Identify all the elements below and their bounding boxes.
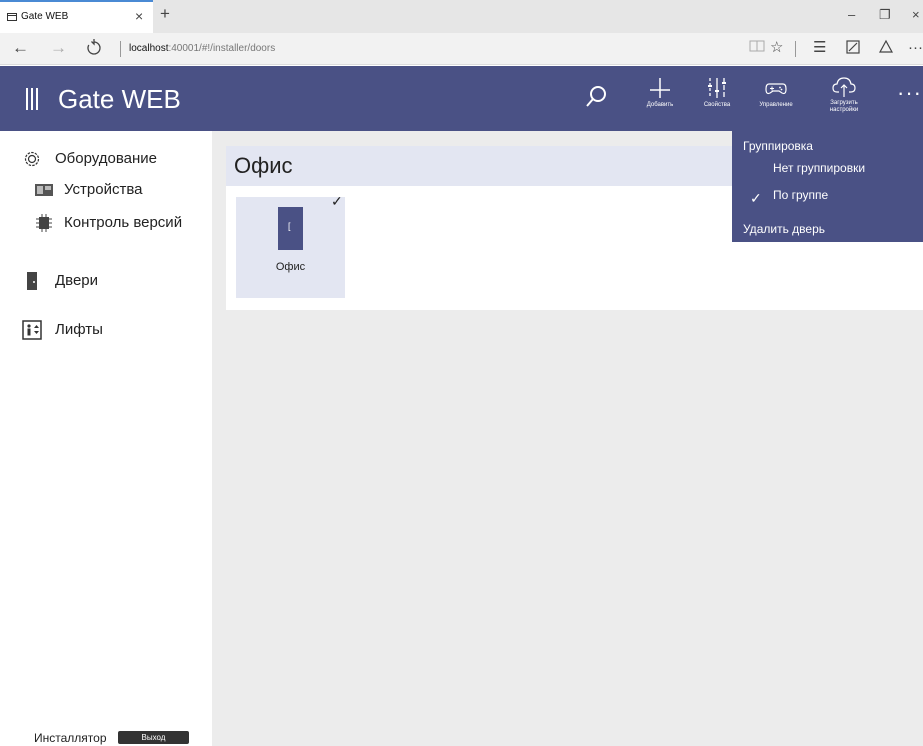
- sidebar-footer: Инсталлятор Выход: [0, 728, 212, 746]
- control-button[interactable]: Управление: [749, 76, 803, 122]
- url-field[interactable]: localhost:40001/#!/installer/doors: [129, 43, 275, 54]
- minimize-icon[interactable]: –: [848, 8, 855, 22]
- refresh-icon[interactable]: [86, 38, 102, 61]
- sidebar-item-label: Двери: [55, 272, 99, 289]
- app-header: Gate WEB Добавить Свойства Управление За…: [0, 66, 923, 131]
- sidebar-item-doors[interactable]: Двери: [0, 268, 212, 294]
- sidebar-item-label: Устройства: [64, 181, 143, 198]
- menu-item-no-grouping[interactable]: Нет группировки: [773, 161, 865, 175]
- hamburger-menu-icon[interactable]: [26, 88, 40, 110]
- checkmark-icon: ✓: [331, 193, 343, 209]
- forward-arrow-icon[interactable]: →: [50, 38, 67, 58]
- back-arrow-icon[interactable]: ←: [12, 38, 29, 58]
- sidebar-item-label: Лифты: [55, 321, 103, 338]
- hub-icon[interactable]: ☰: [813, 39, 826, 57]
- close-tab-icon[interactable]: ×: [135, 8, 143, 24]
- elevator-icon: [22, 320, 42, 340]
- add-button[interactable]: Добавить: [633, 76, 687, 122]
- add-button-label: Добавить: [646, 102, 674, 108]
- door-icon: [278, 207, 303, 250]
- search-icon[interactable]: [586, 84, 608, 110]
- browser-more-icon[interactable]: ···: [908, 39, 923, 57]
- checkmark-icon: ✓: [750, 190, 762, 206]
- upload-settings-button-label: Загрузить настройки: [829, 100, 859, 113]
- maximize-icon[interactable]: ❐: [879, 8, 891, 22]
- group-title: Офис: [234, 153, 293, 178]
- reading-view-icon[interactable]: [749, 39, 765, 58]
- new-tab-icon[interactable]: +: [160, 4, 170, 24]
- share-icon[interactable]: [878, 39, 894, 60]
- upload-settings-button[interactable]: Загрузить настройки: [817, 76, 871, 122]
- browser-tab[interactable]: Gate WEB ×: [0, 0, 153, 33]
- sidebar-item-equipment[interactable]: Оборудование: [0, 146, 212, 172]
- sidebar-item-label: Оборудование: [55, 150, 158, 167]
- app-more-icon[interactable]: ···: [897, 80, 922, 106]
- user-role: Инсталлятор: [34, 731, 107, 745]
- sidebar-item-elevators[interactable]: Лифты: [0, 317, 212, 343]
- cloud-upload-icon: [832, 77, 856, 97]
- web-note-icon[interactable]: [845, 39, 861, 60]
- logout-button[interactable]: Выход: [118, 731, 189, 744]
- address-bar: ← → localhost:40001/#!/installer/doors ☆…: [0, 33, 923, 65]
- gear-icon: [22, 149, 42, 169]
- properties-button-label: Свойства: [703, 102, 731, 108]
- menu-item-by-group[interactable]: По группе: [773, 188, 828, 202]
- device-board-icon: [34, 180, 54, 200]
- more-options-dropdown: Группировка Нет группировки ✓ По группе …: [732, 131, 923, 242]
- plus-icon: [650, 78, 670, 98]
- control-button-label: Управление: [759, 102, 793, 108]
- sidebar-item-version-control[interactable]: Контроль версий: [0, 210, 212, 236]
- favorite-star-icon[interactable]: ☆: [770, 39, 783, 57]
- door-icon: [22, 271, 42, 291]
- app-title: Gate WEB: [58, 84, 181, 114]
- close-window-icon[interactable]: ×: [912, 8, 920, 22]
- browser-tab-strip: Gate WEB × + – ❐ ×: [0, 0, 923, 33]
- door-tile-label: Офис: [275, 261, 306, 273]
- door-tile[interactable]: ✓ Офис: [236, 193, 345, 298]
- chip-icon: [34, 213, 54, 233]
- grouping-header: Группировка: [743, 139, 813, 153]
- sidebar-item-label: Контроль версий: [64, 214, 183, 231]
- page-favicon-icon: [7, 13, 17, 21]
- properties-button[interactable]: Свойства: [690, 76, 744, 122]
- sidebar-item-devices[interactable]: Устройства: [0, 177, 212, 203]
- gamepad-icon: [765, 83, 787, 95]
- browser-tab-title: Gate WEB: [21, 11, 69, 22]
- sidebar: Оборудование Устройства Контроль версий …: [0, 131, 212, 746]
- sliders-icon: [708, 78, 726, 98]
- menu-item-delete-door[interactable]: Удалить дверь: [743, 222, 825, 236]
